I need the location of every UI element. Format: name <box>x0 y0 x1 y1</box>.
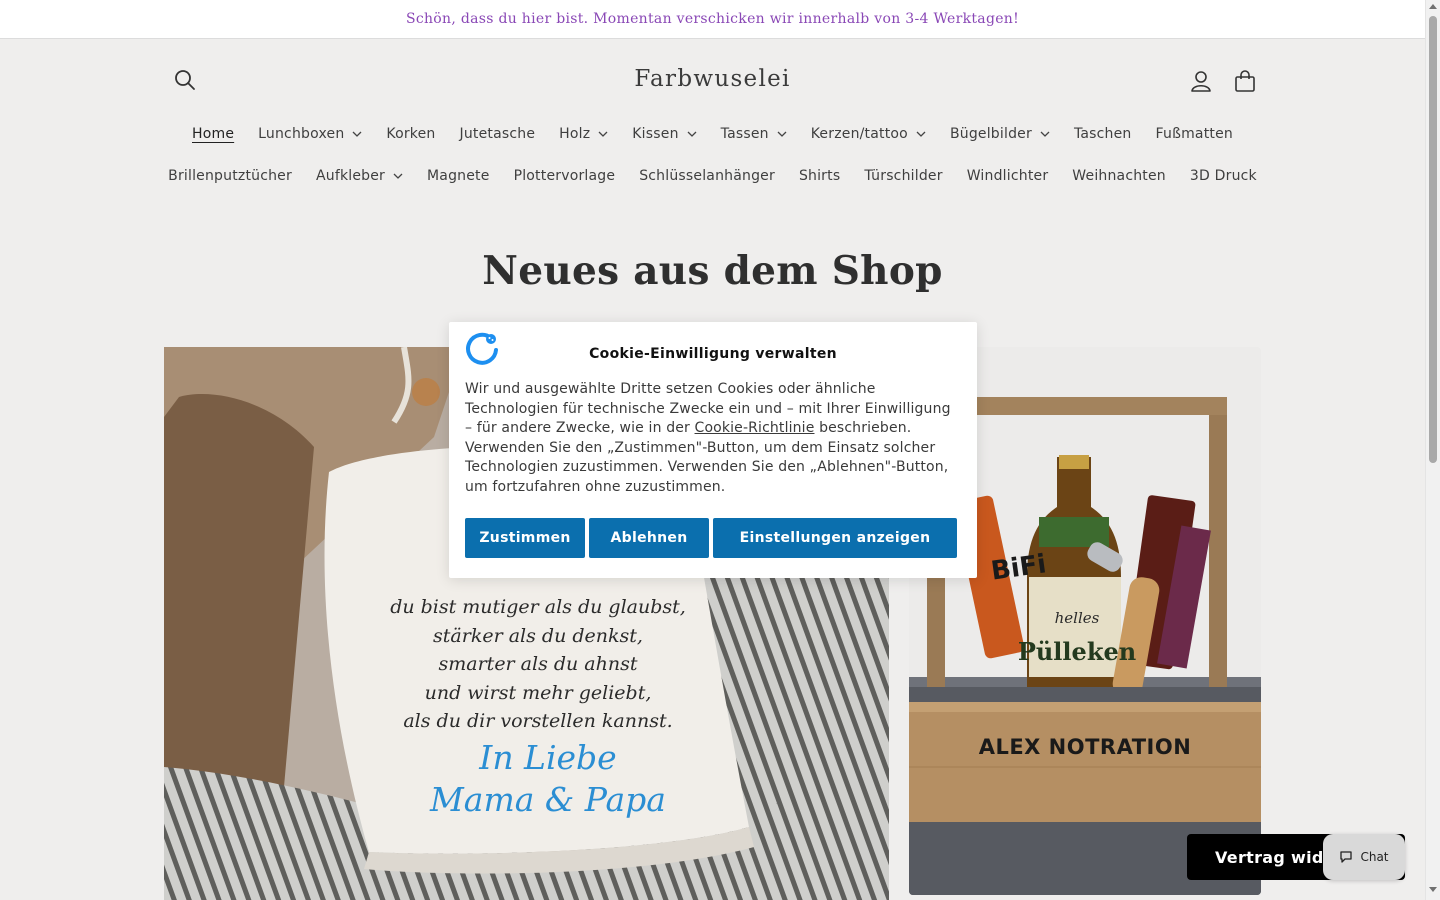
scroll-up-arrow-icon[interactable] <box>1429 3 1437 9</box>
chat-label: Chat <box>1360 850 1389 864</box>
nav-item-buegelbilder[interactable]: Bügelbilder <box>938 124 1062 144</box>
nav-label: Plottervorlage <box>513 168 616 184</box>
chevron-down-icon <box>687 131 697 137</box>
nav-label: 3D Druck <box>1189 168 1257 184</box>
cookie-dialog-title: Cookie-Einwilligung verwalten <box>589 346 837 362</box>
logo-link[interactable]: Farbwuselei <box>634 66 790 92</box>
bottle-label-big: Pülleken <box>1017 637 1137 666</box>
chevron-down-icon <box>916 131 926 137</box>
signature-line: Mama & Papa <box>430 780 666 819</box>
nav-label: Shirts <box>798 168 841 184</box>
nav-item-schluesselanhaenger[interactable]: Schlüsselanhänger <box>627 166 787 186</box>
cart-icon <box>1235 70 1255 92</box>
nav-label: Lunchboxen <box>258 126 345 142</box>
nav-label: Kerzen/tattoo <box>810 126 908 142</box>
show-settings-button[interactable]: Einstellungen anzeigen <box>713 518 957 558</box>
account-icon <box>1191 71 1211 92</box>
nav-label: Korken <box>386 126 436 142</box>
nav-label: Türschilder <box>864 168 943 184</box>
nav-item-kerzen-tattoo[interactable]: Kerzen/tattoo <box>799 124 938 144</box>
nav-label: Aufkleber <box>315 168 386 184</box>
announcement-text: Schön, dass du hier bist. Momentan versc… <box>405 11 1020 27</box>
poem-line: smarter als du ahnst <box>438 653 638 675</box>
nav-item-plottervorlage[interactable]: Plottervorlage <box>502 166 628 186</box>
site-header: Farbwuselei Home Lunchboxen Korken Jutet… <box>0 39 1425 199</box>
section-title: Neues aus dem Shop <box>482 248 943 294</box>
poem-line: und wirst mehr geliebt, <box>424 681 652 704</box>
nav-label: Schlüsselanhänger <box>639 168 775 184</box>
pillow-poem: du bist mutiger als du glaubst, stärker … <box>348 593 728 736</box>
page-scrollbar[interactable] <box>1425 0 1440 900</box>
nav-item-tuerschilder[interactable]: Türschilder <box>852 166 954 186</box>
nav-item-jutetasche[interactable]: Jutetasche <box>448 124 548 144</box>
nav-item-3d-druck[interactable]: 3D Druck <box>1178 166 1269 186</box>
nav-label: Bügelbilder <box>949 126 1032 142</box>
main-nav-row-2: Brillenputztücher Aufkleber Magnete Plot… <box>0 166 1425 186</box>
chevron-down-icon <box>1040 131 1050 137</box>
nav-item-weihnachten[interactable]: Weihnachten <box>1060 166 1178 186</box>
nav-item-taschen[interactable]: Taschen <box>1062 124 1144 144</box>
announcement-bar: Schön, dass du hier bist. Momentan versc… <box>0 0 1425 39</box>
chat-button[interactable]: Chat <box>1323 834 1405 880</box>
poem-line: du bist mutiger als du glaubst, <box>390 596 686 618</box>
crate-engraving: ALEX NOTRATION <box>978 735 1192 759</box>
nav-item-home[interactable]: Home <box>180 124 246 144</box>
chevron-down-icon <box>352 131 362 137</box>
nav-item-lunchboxen[interactable]: Lunchboxen <box>246 124 374 144</box>
cookie-policy-link[interactable]: Cookie-Richtlinie <box>695 420 815 436</box>
deny-button[interactable]: Ablehnen <box>589 518 709 558</box>
nav-item-brillenputztuecher[interactable]: Brillenputztücher <box>156 166 304 186</box>
nav-label: Jutetasche <box>459 126 536 142</box>
nav-label: Fußmatten <box>1155 126 1233 142</box>
cart-button[interactable] <box>1232 68 1258 94</box>
nav-label: Brillenputztücher <box>168 168 292 184</box>
chat-bubble-icon <box>1340 851 1353 863</box>
nav-item-korken[interactable]: Korken <box>374 124 447 144</box>
cookie-dialog-text: Wir und ausgewählte Dritte setzen Cookie… <box>465 380 961 497</box>
signature-line: In Liebe <box>479 738 617 777</box>
scrollbar-thumb[interactable] <box>1429 16 1437 463</box>
nav-item-kissen[interactable]: Kissen <box>620 124 708 144</box>
nav-item-fussmatten[interactable]: Fußmatten <box>1144 124 1245 144</box>
pillow-signature: In Liebe Mama & Papa <box>398 737 698 821</box>
cookie-consent-dialog: Cookie-Einwilligung verwalten Wir und au… <box>449 322 977 578</box>
chevron-down-icon <box>777 131 787 137</box>
chevron-down-icon <box>598 131 608 137</box>
nav-label: Magnete <box>427 168 490 184</box>
nav-label: Tassen <box>720 126 769 142</box>
bottle-label-small: helles <box>1054 609 1100 627</box>
nav-label: Taschen <box>1073 126 1132 142</box>
chevron-down-icon <box>393 173 403 179</box>
nav-item-magnete[interactable]: Magnete <box>415 166 502 186</box>
nav-label: Home <box>192 126 235 142</box>
main-nav-row-1: Home Lunchboxen Korken Jutetasche Holz K… <box>0 124 1425 144</box>
nav-label: Holz <box>559 126 591 142</box>
nav-item-tassen[interactable]: Tassen <box>709 124 799 144</box>
nav-item-aufkleber[interactable]: Aufkleber <box>304 166 415 186</box>
nav-item-holz[interactable]: Holz <box>547 124 620 144</box>
account-button[interactable] <box>1188 68 1214 94</box>
nav-label: Weihnachten <box>1072 168 1166 184</box>
nav-item-shirts[interactable]: Shirts <box>787 166 852 186</box>
poem-line: stärker als du denkst, <box>433 624 643 647</box>
nav-label: Windlichter <box>966 168 1049 184</box>
poem-line: als du dir vorstellen kannst. <box>403 710 673 732</box>
nav-label: Kissen <box>632 126 679 142</box>
nav-item-windlichter[interactable]: Windlichter <box>955 166 1061 186</box>
scroll-down-arrow-icon[interactable] <box>1429 887 1437 893</box>
accept-button[interactable]: Zustimmen <box>465 518 585 558</box>
